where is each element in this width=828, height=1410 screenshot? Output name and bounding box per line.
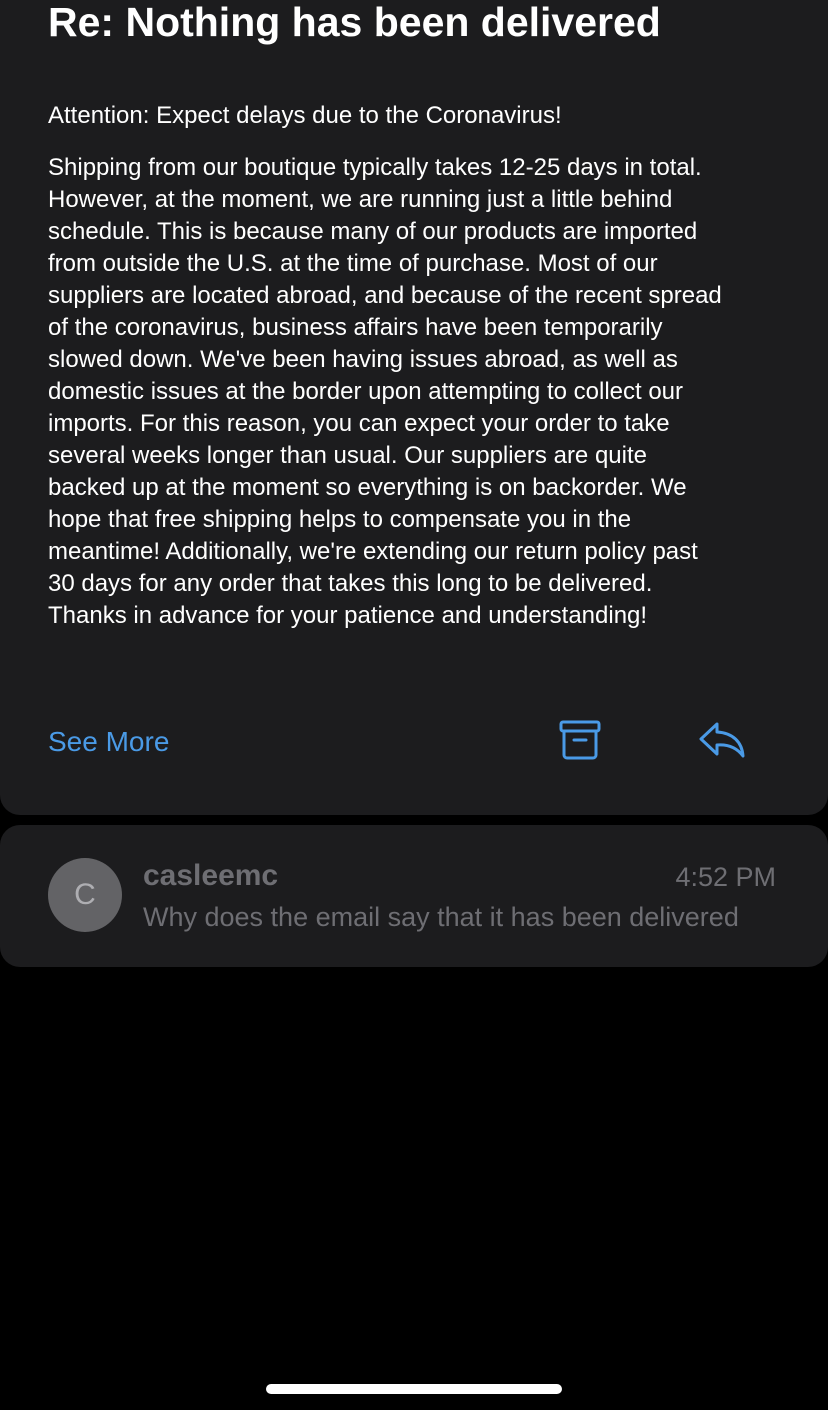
see-more-link[interactable]: See More xyxy=(48,724,169,760)
thread-message-item[interactable]: C casleemc 4:52 PM Why does the email sa… xyxy=(0,825,828,967)
email-body-line: slowed down. We've been having issues ab… xyxy=(48,346,678,373)
reply-icon xyxy=(699,722,745,758)
reply-button[interactable] xyxy=(690,710,754,770)
email-body-line: several weeks longer than usual. Our sup… xyxy=(48,442,647,469)
email-body-line: backed up at the moment so everything is… xyxy=(48,474,687,501)
email-body-line: domestic issues at the border upon attem… xyxy=(48,378,684,405)
email-body-line: suppliers are located abroad, and becaus… xyxy=(48,282,722,309)
email-message-card: Re: Nothing has been delivered Attention… xyxy=(0,0,828,815)
archive-button[interactable] xyxy=(550,710,610,770)
email-body-line: meantime! Additionally, we're extending … xyxy=(48,538,698,565)
email-body-line: Shipping from our boutique typically tak… xyxy=(48,154,702,181)
email-body-line: schedule. This is because many of our pr… xyxy=(48,218,698,245)
email-body-line: from outside the U.S. at the time of pur… xyxy=(48,250,658,277)
email-attention-line: Attention: Expect delays due to the Coro… xyxy=(48,102,562,129)
archive-icon xyxy=(559,720,601,760)
mail-thread-screen: Re: Nothing has been delivered Attention… xyxy=(0,0,828,1410)
sender-name: casleemc xyxy=(143,859,279,892)
email-body-line: of the coronavirus, business affairs hav… xyxy=(48,314,663,341)
email-body-line: 30 days for any order that takes this lo… xyxy=(48,570,653,597)
email-body-line: However, at the moment, we are running j… xyxy=(48,186,673,213)
email-body-line: Thanks in advance for your patience and … xyxy=(48,602,648,629)
avatar: C xyxy=(48,858,122,932)
email-body-line: imports. For this reason, you can expect… xyxy=(48,410,670,437)
message-time: 4:52 PM xyxy=(675,862,776,892)
email-body-line: hope that free shipping helps to compens… xyxy=(48,506,632,533)
message-preview: Why does the email say that it has been … xyxy=(143,902,739,932)
home-indicator[interactable] xyxy=(266,1384,562,1394)
email-body: Shipping from our boutique typically tak… xyxy=(48,152,808,632)
email-subject: Re: Nothing has been delivered xyxy=(48,0,661,45)
